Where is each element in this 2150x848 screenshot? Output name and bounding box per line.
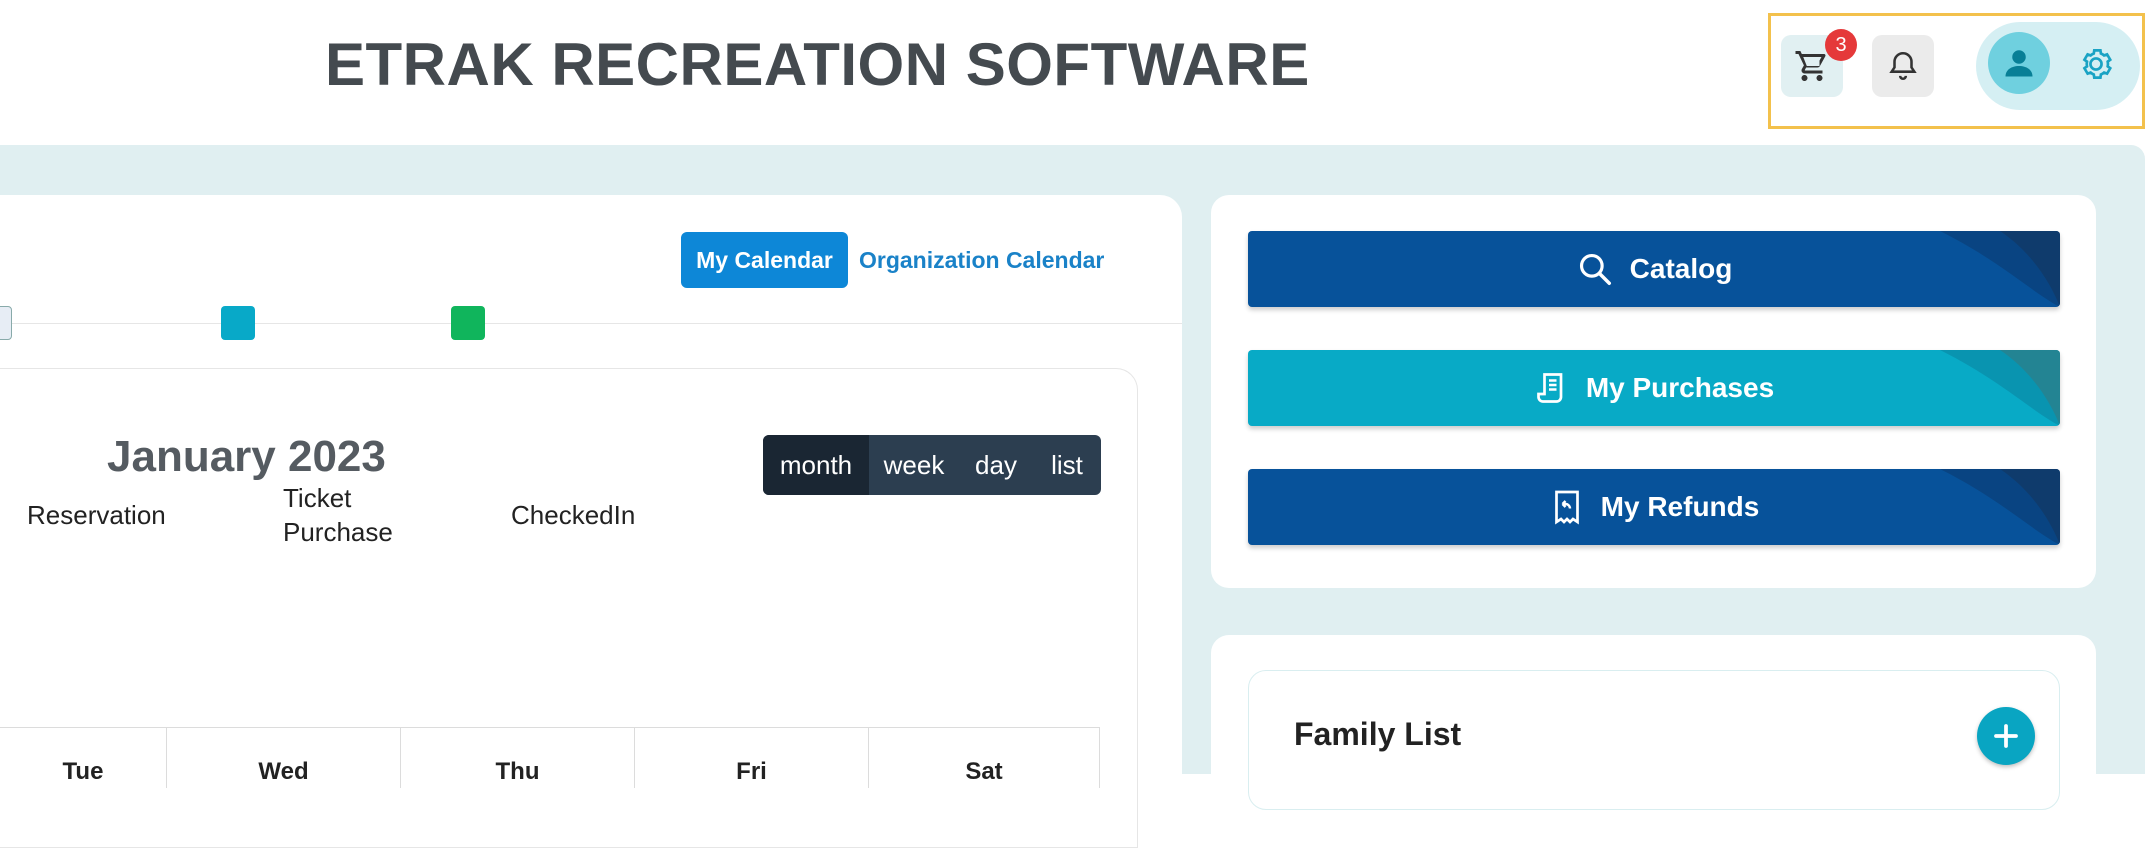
header-actions: 3 bbox=[1768, 13, 2145, 129]
view-list-button[interactable]: list bbox=[1033, 435, 1101, 495]
app-header: ETRAK RECREATION SOFTWARE 3 bbox=[0, 0, 2150, 145]
cart-count-badge: 3 bbox=[1825, 29, 1857, 61]
notifications-button[interactable] bbox=[1872, 35, 1934, 97]
cart-button[interactable]: 3 bbox=[1781, 29, 1857, 97]
settings-button[interactable] bbox=[2076, 44, 2116, 84]
quick-actions-card: Catalog My Purchases My Refunds bbox=[1211, 195, 2096, 588]
shopping-cart-icon bbox=[1795, 51, 1826, 81]
my-refunds-label: My Refunds bbox=[1600, 491, 1760, 522]
legend-checkedin-swatch bbox=[451, 306, 485, 340]
family-list-title: Family List bbox=[1294, 716, 1462, 752]
catalog-button[interactable]: Catalog bbox=[1248, 231, 2060, 307]
corner-decoration bbox=[1940, 469, 2060, 545]
day-header-fri: Fri bbox=[634, 728, 868, 788]
family-list-card: Family List bbox=[1211, 635, 2096, 810]
calendar-month-title: January 2023 bbox=[107, 432, 386, 481]
user-menu[interactable] bbox=[1976, 22, 2140, 110]
legend-ticket-swatch bbox=[221, 306, 255, 340]
legend-checkedin-label: CheckedIn bbox=[511, 500, 636, 530]
day-header-thu: Thu bbox=[400, 728, 634, 788]
add-family-member-button[interactable] bbox=[1977, 707, 2035, 765]
user-avatar-icon bbox=[2005, 50, 2033, 77]
catalog-label: Catalog bbox=[1629, 253, 1733, 284]
my-refunds-button[interactable]: My Refunds bbox=[1248, 469, 2060, 545]
legend-reservation-swatch bbox=[0, 306, 12, 340]
corner-decoration bbox=[1940, 350, 2060, 426]
day-header-tue: Tue bbox=[62, 758, 104, 785]
legend-ticket-label: Ticket Purchase bbox=[283, 483, 393, 547]
corner-decoration bbox=[1940, 231, 2060, 307]
plus-icon bbox=[1994, 724, 2018, 748]
my-purchases-label: My Purchases bbox=[1585, 372, 1775, 403]
notification-bell-icon bbox=[1889, 51, 1917, 80]
gear-icon bbox=[2082, 49, 2113, 79]
panel-divider bbox=[0, 323, 1182, 324]
search-icon bbox=[1579, 253, 1611, 285]
receipt-icon bbox=[1536, 373, 1563, 403]
avatar[interactable] bbox=[1988, 32, 2050, 94]
calendar-view-switcher: month week day list bbox=[763, 435, 1101, 495]
organization-calendar-link[interactable]: Organization Calendar bbox=[859, 232, 1104, 288]
my-purchases-button[interactable]: My Purchases bbox=[1248, 350, 2060, 426]
family-list-panel: Family List bbox=[1248, 670, 2060, 810]
calendar-day-header-row: Tue Wed Thu Fri Sat bbox=[0, 727, 1100, 788]
view-week-button[interactable]: week bbox=[869, 435, 959, 495]
my-calendar-button[interactable]: My Calendar bbox=[681, 232, 848, 288]
day-header-sat: Sat bbox=[868, 728, 1100, 788]
refund-receipt-icon bbox=[1554, 490, 1579, 525]
day-header-wed: Wed bbox=[166, 728, 400, 788]
view-month-button[interactable]: month bbox=[763, 435, 869, 495]
legend-reservation-label: Reservation bbox=[27, 500, 166, 530]
app-title: ETRAK RECREATION SOFTWARE bbox=[325, 31, 1310, 98]
view-day-button[interactable]: day bbox=[959, 435, 1033, 495]
